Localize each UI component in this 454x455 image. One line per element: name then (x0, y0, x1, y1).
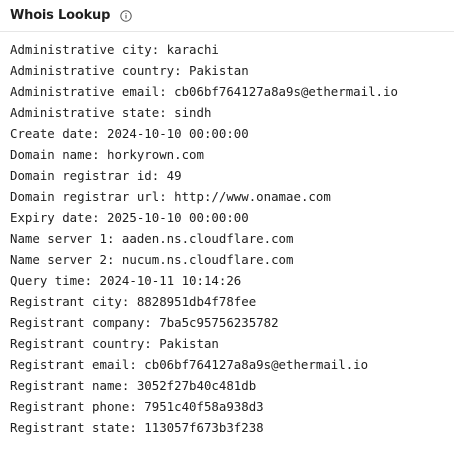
record-label: Domain registrar url (10, 189, 160, 204)
panel-title: Whois Lookup (10, 8, 111, 23)
record-label: Administrative state (10, 105, 160, 120)
whois-record-line: Domain name: horkyrown.com (10, 144, 398, 165)
record-separator: : (129, 420, 145, 435)
whois-record-line: Name server 2: nucum.ns.cloudflare.com (10, 249, 398, 270)
record-label: Registrant company (10, 315, 145, 330)
record-value: 2024-10-10 00:00:00 (106, 126, 249, 141)
whois-record-line: Administrative city: karachi (10, 39, 398, 60)
record-separator: : (159, 84, 175, 99)
whois-record-line: Expiry date: 2025-10-10 00:00:00 (10, 207, 398, 228)
record-value: 2025-10-10 00:00:00 (106, 210, 249, 225)
record-value: cb06bf764127a8a9s@ethermail.io (144, 357, 369, 372)
record-value: 49 (166, 168, 182, 183)
record-label: Administrative country (10, 63, 175, 78)
record-value: Pakistan (159, 336, 219, 351)
record-label: Registrant name (10, 378, 122, 393)
record-label: Query time (10, 273, 85, 288)
record-label: Name server 2 (10, 252, 107, 267)
record-label: Registrant city (10, 294, 122, 309)
whois-record-line: Registrant state: 113057f673b3f238 (10, 417, 398, 438)
record-separator: : (106, 252, 122, 267)
record-separator: : (159, 189, 175, 204)
record-separator: : (106, 231, 122, 246)
whois-record-line: Administrative email: cb06bf764127a8a9s@… (10, 81, 398, 102)
record-label: Registrant country (10, 336, 145, 351)
record-value: 8828951db4f78fee (136, 294, 257, 309)
record-value: horkyrown.com (106, 147, 204, 162)
record-label: Administrative email (10, 84, 160, 99)
record-value: 113057f673b3f238 (144, 420, 264, 435)
record-value: 7951c40f58a938d3 (144, 399, 264, 414)
record-value: 7ba5c95756235782 (159, 315, 279, 330)
record-separator: : (174, 63, 190, 78)
record-separator: : (92, 126, 107, 141)
record-value: sindh (174, 105, 212, 120)
record-value: cb06bf764127a8a9s@ethermail.io (174, 84, 398, 99)
record-label: Create date (10, 126, 93, 141)
record-label: Registrant state (10, 420, 130, 435)
record-label: Domain name (10, 147, 93, 162)
whois-record-line: Name server 1: aaden.ns.cloudflare.com (10, 228, 398, 249)
record-value: aaden.ns.cloudflare.com (121, 231, 294, 246)
whois-record-line: Create date: 2024-10-10 00:00:00 (10, 123, 398, 144)
record-value: Pakistan (189, 63, 249, 78)
record-value: http://www.onamae.com (174, 189, 331, 204)
record-label: Registrant email (10, 357, 130, 372)
whois-record-line: Registrant email: cb06bf764127a8a9s@ethe… (10, 354, 398, 375)
info-icon[interactable] (119, 9, 132, 22)
panel-header: Whois Lookup (0, 0, 454, 32)
info-circle-icon (120, 9, 132, 22)
record-separator: : (84, 273, 100, 288)
record-separator: : (129, 399, 145, 414)
whois-lookup-panel: Whois Lookup Administrative city: karach… (0, 0, 454, 455)
record-separator: : (144, 336, 160, 351)
record-label: Administrative city (10, 42, 152, 57)
whois-record-line: Registrant company: 7ba5c95756235782 (10, 312, 398, 333)
whois-record-line: Administrative country: Pakistan (10, 60, 398, 81)
record-label: Expiry date (10, 210, 93, 225)
whois-record-line: Domain registrar id: 49 (10, 165, 398, 186)
record-separator: : (144, 315, 160, 330)
whois-record-line: Registrant phone: 7951c40f58a938d3 (10, 396, 398, 417)
record-label: Domain registrar id (10, 168, 152, 183)
record-value: 2024-10-11 10:14:26 (99, 273, 242, 288)
record-separator: : (151, 168, 167, 183)
whois-record-line: Query time: 2024-10-11 10:14:26 (10, 270, 398, 291)
record-label: Name server 1 (10, 231, 107, 246)
whois-record-line: Registrant name: 3052f27b40c481db (10, 375, 398, 396)
record-separator: : (92, 210, 107, 225)
record-separator: : (121, 378, 137, 393)
whois-record-line: Registrant city: 8828951db4f78fee (10, 291, 398, 312)
whois-record-line: Administrative state: sindh (10, 102, 398, 123)
record-value: 3052f27b40c481db (136, 378, 257, 393)
whois-record-list: Administrative city: karachi Administrati… (10, 39, 398, 438)
record-separator: : (159, 105, 175, 120)
record-separator: : (92, 147, 107, 162)
whois-record-line: Registrant country: Pakistan (10, 333, 398, 354)
record-separator: : (121, 294, 137, 309)
record-value: nucum.ns.cloudflare.com (121, 252, 294, 267)
whois-record-line: Domain registrar url: http://www.onamae.… (10, 186, 398, 207)
record-value: karachi (166, 42, 219, 57)
record-label: Registrant phone (10, 399, 130, 414)
record-separator: : (151, 42, 167, 57)
record-separator: : (129, 357, 145, 372)
